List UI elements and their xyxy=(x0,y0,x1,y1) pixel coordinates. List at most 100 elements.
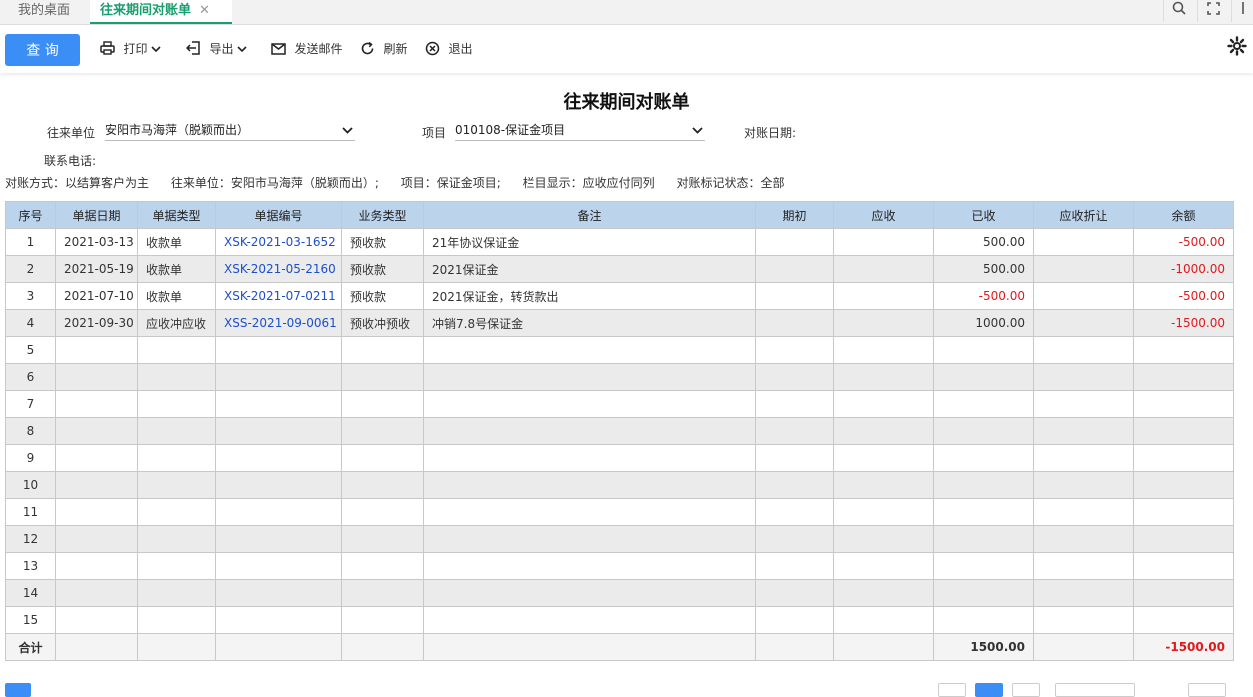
send-mail-button[interactable]: 发送邮件 xyxy=(271,39,342,59)
table-cell xyxy=(55,444,138,472)
table-cell xyxy=(933,606,1034,634)
table-cell xyxy=(1133,336,1234,364)
table-cell xyxy=(423,552,756,580)
table-row[interactable]: 7 xyxy=(5,390,1234,418)
table-cell xyxy=(1033,363,1134,391)
table-row[interactable]: 12 xyxy=(5,525,1234,553)
table-cell: 1 xyxy=(5,228,56,256)
project-select[interactable]: 010108-保证金项目 xyxy=(455,120,705,141)
col-header[interactable]: 业务类型 xyxy=(341,201,424,229)
pager-prev-button[interactable] xyxy=(938,683,966,697)
tab-my-desktop[interactable]: 我的桌面 xyxy=(8,0,80,24)
col-header[interactable]: 应收 xyxy=(833,201,934,229)
table-cell xyxy=(755,282,834,310)
fullscreen-icon[interactable] xyxy=(1197,0,1228,22)
table-cell xyxy=(423,606,756,634)
table-row[interactable]: 10 xyxy=(5,471,1234,499)
table-cell: 2021-09-30 xyxy=(55,309,138,337)
tab-statement[interactable]: 往来期间对账单 ✕ xyxy=(90,0,232,24)
table-cell: 21年协议保证金 xyxy=(423,228,756,256)
table-header: 序号 单据日期 单据类型 单据编号 业务类型 备注 期初 应收 已收 应收折让 … xyxy=(5,201,1234,229)
table-cell xyxy=(833,309,934,337)
table-row[interactable]: 13 xyxy=(5,552,1234,580)
query-button[interactable]: 查 询 xyxy=(5,34,80,66)
unit-select[interactable]: 安阳市马海萍（脱颖而出） xyxy=(105,120,355,141)
col-header[interactable]: 单据编号 xyxy=(215,201,342,229)
exit-button[interactable]: 退出 xyxy=(425,39,472,59)
pager-next-button[interactable] xyxy=(1012,683,1040,697)
table-cell xyxy=(423,390,756,418)
table-cell xyxy=(933,471,1034,499)
report-title: 往来期间对账单 xyxy=(563,92,690,113)
table-row[interactable]: 3 2021-07-10 收款单 XSK-2021-07-0211 预收款 2021保证金… xyxy=(5,282,1234,310)
table-cell xyxy=(1033,498,1134,526)
info-method: 对账方式：以结算客户为主 xyxy=(5,176,150,190)
table-cell: -1000.00 xyxy=(1133,255,1234,283)
table-cell[interactable]: XSK-2021-03-1652 xyxy=(215,228,342,256)
table-cell xyxy=(1033,336,1134,364)
table-row[interactable]: 4 2021-09-30 应收冲应收 XSS-2021-09-0061 预收冲预收 冲销7… xyxy=(5,309,1234,337)
table-cell: 收款单 xyxy=(137,255,216,283)
table-cell xyxy=(1033,444,1134,472)
table-row[interactable]: 2 2021-05-19 收款单 XSK-2021-05-2160 预收款 2021保证金… xyxy=(5,255,1234,283)
table-cell xyxy=(1133,525,1234,553)
table-cell[interactable]: XSK-2021-05-2160 xyxy=(215,255,342,283)
table-cell xyxy=(423,579,756,607)
table-cell xyxy=(55,417,138,445)
page-size-select[interactable] xyxy=(1055,683,1135,697)
table-cell xyxy=(215,552,342,580)
info-project: 项目：保证金项目; xyxy=(400,176,501,190)
col-header[interactable]: 单据类型 xyxy=(137,201,216,229)
table-cell xyxy=(55,498,138,526)
search-icon[interactable] xyxy=(1163,0,1194,22)
table-cell xyxy=(1133,390,1234,418)
table-row[interactable]: 5 xyxy=(5,336,1234,364)
more-icon[interactable] xyxy=(1231,0,1253,22)
export-button[interactable]: 导出 xyxy=(185,39,247,59)
unit-label: 往来单位 xyxy=(47,126,96,140)
col-header[interactable]: 应收折让 xyxy=(1033,201,1134,229)
table-cell[interactable]: XSS-2021-09-0061 xyxy=(215,309,342,337)
gear-icon[interactable] xyxy=(1227,36,1247,61)
print-button[interactable]: 打印 xyxy=(100,39,161,59)
table-cell xyxy=(833,498,934,526)
table-row[interactable]: 14 xyxy=(5,579,1234,607)
page-jump-input[interactable] xyxy=(1188,683,1226,697)
col-header[interactable]: 备注 xyxy=(423,201,756,229)
table-row[interactable]: 9 xyxy=(5,444,1234,472)
table-cell: 2021保证金，转货款出 xyxy=(423,282,756,310)
table-row[interactable]: 1 2021-03-13 收款单 XSK-2021-03-1652 预收款 21年协议保证… xyxy=(5,228,1234,256)
table-cell xyxy=(755,417,834,445)
table-cell[interactable]: XSK-2021-07-0211 xyxy=(215,282,342,310)
pager-page-button[interactable] xyxy=(975,683,1003,697)
table-cell xyxy=(423,498,756,526)
export-label: 导出 xyxy=(209,42,234,56)
table-cell xyxy=(755,363,834,391)
close-icon[interactable]: ✕ xyxy=(199,3,210,18)
table-cell xyxy=(341,579,424,607)
col-header[interactable]: 期初 xyxy=(755,201,834,229)
table-cell xyxy=(933,552,1034,580)
table-cell xyxy=(833,552,934,580)
col-header[interactable]: 单据日期 xyxy=(55,201,138,229)
statement-table: 序号 单据日期 单据类型 单据编号 业务类型 备注 期初 应收 已收 应收折让 … xyxy=(5,201,1234,661)
table-row[interactable]: 8 xyxy=(5,417,1234,445)
export-icon xyxy=(185,41,205,57)
table-row[interactable]: 15 xyxy=(5,606,1234,634)
table-row[interactable]: 6 xyxy=(5,363,1234,391)
info-columns: 栏目显示：应收应付同列 xyxy=(522,176,655,190)
table-cell xyxy=(933,498,1034,526)
table-cell xyxy=(423,417,756,445)
table-cell xyxy=(1133,444,1234,472)
col-header[interactable]: 序号 xyxy=(5,201,56,229)
send-mail-label: 发送邮件 xyxy=(294,42,343,56)
col-header[interactable]: 已收 xyxy=(933,201,1034,229)
table-cell xyxy=(1133,471,1234,499)
table-row[interactable]: 11 xyxy=(5,498,1234,526)
pager-button[interactable] xyxy=(5,683,31,697)
table-cell xyxy=(755,309,834,337)
col-header[interactable]: 余额 xyxy=(1133,201,1234,229)
refresh-button[interactable]: 刷新 xyxy=(360,39,407,59)
table-cell xyxy=(55,390,138,418)
table-cell xyxy=(1033,309,1134,337)
